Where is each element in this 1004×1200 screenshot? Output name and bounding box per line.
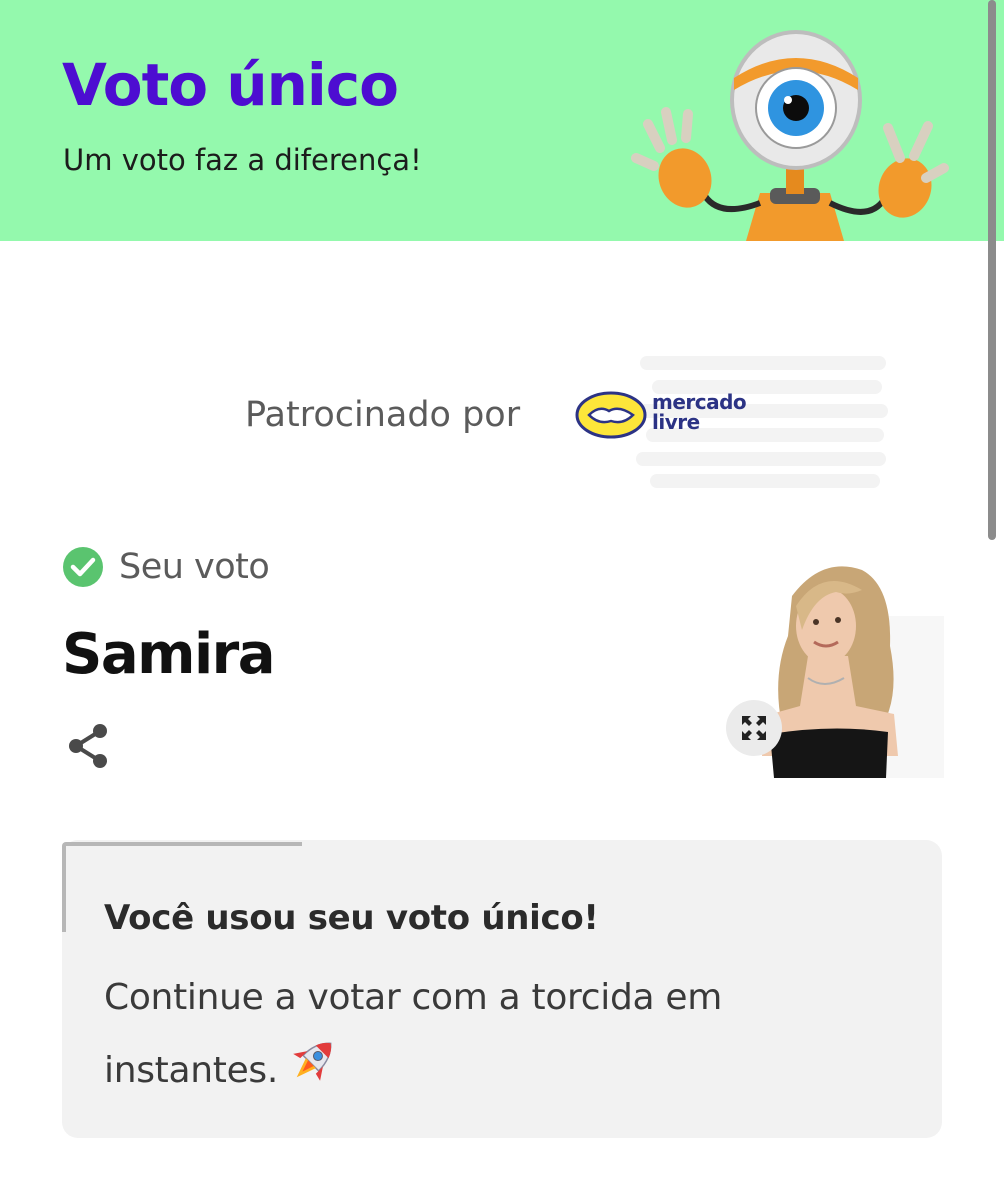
notice-title: Você usou seu voto único! xyxy=(104,898,599,938)
your-vote-label: Seu voto xyxy=(119,547,270,587)
page: Voto único Um voto faz a diferença! Patr… xyxy=(0,0,1004,1200)
notice-message: Continue a votar com a torcida em instan… xyxy=(104,977,723,1091)
handshake-icon xyxy=(587,407,635,424)
card-accent-line xyxy=(62,846,66,932)
page-subtitle: Um voto faz a diferença! xyxy=(63,143,422,177)
rocket-icon xyxy=(293,1042,332,1081)
notice-message-wrapper: Continue a votar com a torcida em instan… xyxy=(104,962,864,1107)
share-icon[interactable] xyxy=(66,722,110,770)
expand-icon xyxy=(742,716,766,740)
page-title: Voto único xyxy=(62,51,399,119)
big-brother-eye-mascot-icon xyxy=(631,30,949,241)
candidate-photo xyxy=(752,556,944,778)
candidate-name: Samira xyxy=(62,622,276,687)
expand-photo-button[interactable] xyxy=(726,700,782,756)
header-banner: Voto único Um voto faz a diferença! xyxy=(0,0,1004,241)
check-circle-icon xyxy=(63,547,103,587)
card-accent-line xyxy=(62,842,302,846)
sponsor-label: Patrocinado por xyxy=(245,395,521,435)
mercado-livre-logo-text: mercado livre xyxy=(652,390,747,434)
scrollbar[interactable] xyxy=(988,0,996,540)
